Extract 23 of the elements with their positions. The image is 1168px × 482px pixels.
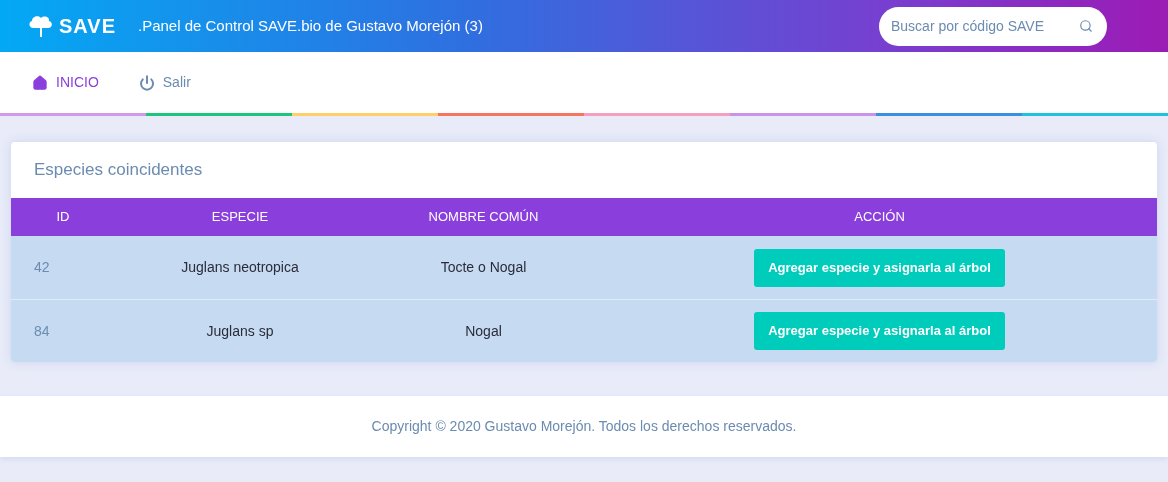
nav-link[interactable]: Salir [138, 72, 191, 93]
card-title: Especies coincidentes [34, 159, 203, 182]
add-species-button[interactable]: Agregar especie y asignarla al árbol [754, 312, 1005, 350]
home-icon [32, 74, 48, 91]
search-field[interactable]: Buscar por código SAVE [879, 6, 1107, 46]
table-cell-text: 42 [33, 258, 51, 277]
nav-link[interactable]: INICIO [32, 72, 99, 93]
copyright-text: Copyright © 2020 Gustavo Morejón. Todos los derechos reservados. [371, 417, 797, 436]
column-header: ACCIÓN [853, 208, 906, 227]
page-title: .Panel de Control SAVE.bio de Gustavo Morejón (3) [138, 15, 483, 36]
search-icon[interactable] [1079, 18, 1093, 33]
column-header: ID [55, 208, 71, 227]
logo-text: SAVE [59, 14, 116, 39]
table-cell-text: Juglans sp [205, 321, 275, 341]
power-icon [138, 74, 155, 91]
column-header: NOMBRE COMÚN [427, 208, 540, 227]
table-cell-text: Juglans neotropica [180, 258, 300, 277]
table-cell-text: Nogal [464, 321, 503, 341]
add-species-button[interactable]: Agregar especie y asignarla al árbol [754, 248, 1005, 287]
table-cell-text: Tocte o Nogal [439, 258, 528, 277]
table-cell-text: 84 [33, 321, 51, 341]
column-header: ESPECIE [210, 208, 270, 227]
tree-icon [27, 14, 55, 38]
